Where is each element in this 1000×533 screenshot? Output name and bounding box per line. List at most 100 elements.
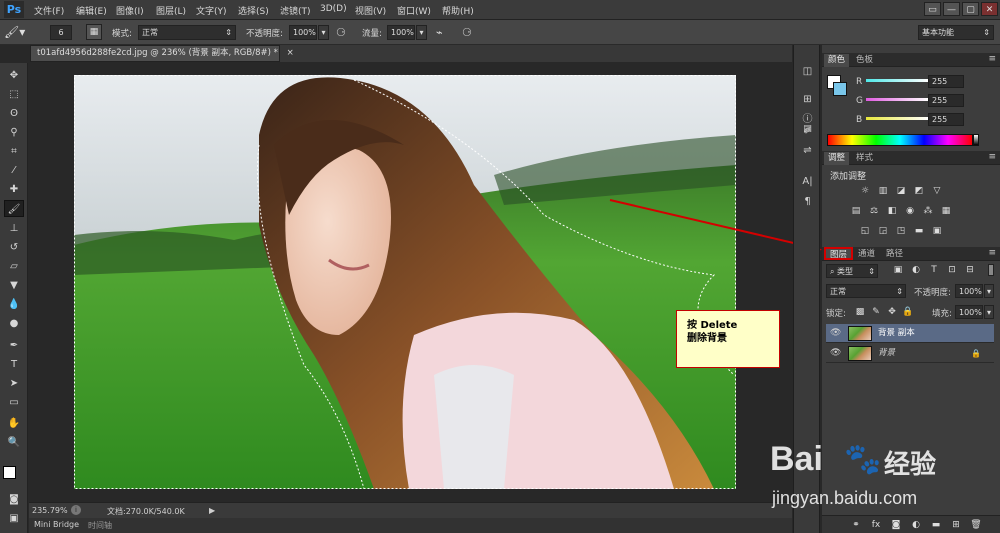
maximize-button[interactable]: ▢ [962, 2, 979, 16]
menu-3d[interactable]: 3D(D) [320, 4, 347, 14]
threshold-icon[interactable]: ◳ [895, 226, 907, 237]
lock-all-icon[interactable]: 🔒 [902, 307, 914, 318]
lock-pixels-icon[interactable]: ✎ [870, 307, 882, 318]
airbrush-icon[interactable]: ⌁ [436, 25, 452, 40]
new-group-icon[interactable]: ▬ [930, 520, 942, 531]
filter-shape-icon[interactable]: ⊡ [946, 265, 958, 276]
healing-brush-tool-icon[interactable]: ✚ [4, 181, 24, 198]
invert-icon[interactable]: ◱ [859, 226, 871, 237]
screen-mode-icon[interactable]: ▣ [4, 510, 24, 527]
layer-opacity-dropdown-icon[interactable]: ▾ [984, 284, 994, 298]
clone-stamp-tool-icon[interactable]: ⊥ [4, 220, 24, 237]
filter-type-icon[interactable]: T [928, 265, 940, 276]
brush-size-picker[interactable]: 6 [50, 25, 72, 40]
tab-channels[interactable]: 通道 [854, 248, 879, 261]
curves-icon[interactable]: ◪ [895, 186, 907, 197]
color-spectrum-ramp[interactable] [827, 134, 973, 146]
menu-help[interactable]: 帮助(H) [442, 4, 474, 17]
delete-layer-icon[interactable]: 🗑 [970, 520, 982, 531]
dodge-tool-icon[interactable]: ● [4, 315, 24, 332]
new-layer-icon[interactable]: ⊞ [950, 520, 962, 531]
levels-icon[interactable]: ▥ [877, 186, 889, 197]
menu-file[interactable]: 文件(F) [34, 4, 64, 17]
menu-select[interactable]: 选择(S) [238, 4, 269, 17]
history-brush-tool-icon[interactable]: ↺ [4, 239, 24, 256]
adjustments-panel-menu-icon[interactable]: ≡ [988, 152, 996, 162]
color-lookup-icon[interactable]: ▦ [940, 206, 952, 217]
photo-filter-icon[interactable]: ◉ [904, 206, 916, 217]
channel-g-slider[interactable] [866, 98, 928, 101]
layer-opacity-input[interactable]: 100% [955, 284, 983, 298]
brightness-contrast-icon[interactable]: ☼ [859, 186, 871, 197]
menu-type[interactable]: 文字(Y) [196, 4, 227, 17]
pressure-opacity-icon[interactable]: ⚆ [336, 25, 352, 40]
mode-select[interactable]: 正常 ⇕ [138, 25, 236, 40]
opacity-dropdown-icon[interactable]: ▾ [318, 25, 329, 40]
tab-paths[interactable]: 路径 [882, 248, 907, 261]
tab-adjustments[interactable]: 调整 [824, 152, 850, 165]
pen-tool-icon[interactable]: ✒ [4, 337, 24, 354]
actions-panel-icon[interactable]: ⊞ [798, 91, 817, 108]
blend-mode-select[interactable]: 正常 ⇕ [826, 284, 906, 298]
channel-r-slider[interactable] [866, 79, 928, 82]
color-panel-menu-icon[interactable]: ≡ [988, 54, 996, 64]
zoom-level[interactable]: 235.79% [32, 506, 68, 515]
zoom-tool-icon[interactable]: 🔍 [4, 434, 24, 451]
layer-filter-kind-select[interactable]: ⌕ 类型 ⇕ [826, 264, 878, 278]
menu-filter[interactable]: 滤镜(T) [280, 4, 311, 17]
eyedropper-tool-icon[interactable]: ⁄ [4, 162, 24, 179]
layer-row-background-copy[interactable]: 👁 背景 副本 [826, 324, 994, 343]
foreground-color-swatch[interactable] [3, 466, 16, 479]
marquee-tool-icon[interactable]: ⬚ [4, 86, 24, 103]
menu-view[interactable]: 视图(V) [355, 4, 386, 17]
lasso-tool-icon[interactable]: ʘ [4, 105, 24, 122]
flow-dropdown-icon[interactable]: ▾ [416, 25, 427, 40]
crop-tool-icon[interactable]: ⌗ [4, 143, 24, 160]
quick-select-tool-icon[interactable]: ⚲ [4, 124, 24, 141]
character-panel-icon[interactable]: A| [798, 173, 817, 190]
layer-row-background[interactable]: 👁 背景 🔒 [826, 344, 994, 363]
color-bg-swatch[interactable] [833, 82, 847, 96]
gradient-map-icon[interactable]: ▬ [913, 226, 925, 237]
channel-r-value[interactable]: 255 [928, 75, 964, 88]
filter-smart-object-icon[interactable]: ⊟ [964, 265, 976, 276]
arrange-docs-button[interactable]: ▭ [924, 2, 941, 16]
document-tab[interactable]: t01afd4956d288fe2cd.jpg @ 236% (背景 副本, R… [30, 45, 294, 62]
blur-tool-icon[interactable]: 💧 [4, 296, 24, 313]
paint-bucket-tool-icon[interactable]: ▼ [4, 277, 24, 294]
exposure-icon[interactable]: ◩ [913, 186, 925, 197]
filter-pixel-icon[interactable]: ▣ [892, 265, 904, 276]
menu-layer[interactable]: 图层(L) [156, 4, 186, 17]
link-layers-icon[interactable]: ⚭ [850, 520, 862, 531]
tab-mini-bridge[interactable]: Mini Bridge [34, 520, 79, 529]
tab-swatches[interactable]: 色板 [852, 54, 877, 67]
channel-b-value[interactable]: 255 [928, 113, 964, 126]
layers-panel-menu-icon[interactable]: ≡ [988, 248, 996, 258]
layer-visibility-eye-icon[interactable]: 👁 [830, 344, 841, 363]
eraser-tool-icon[interactable]: ▱ [4, 258, 24, 275]
black-white-icon[interactable]: ◧ [886, 206, 898, 217]
layer-name[interactable]: 背景 副本 [878, 324, 915, 343]
move-tool-icon[interactable]: ✥ [4, 67, 24, 84]
menu-image[interactable]: 图像(I) [116, 4, 144, 17]
brush-tool-icon[interactable]: 🖌 [4, 200, 24, 217]
fill-dropdown-icon[interactable]: ▾ [984, 305, 994, 319]
history-panel-icon[interactable]: ◫ [798, 63, 817, 80]
brush-presets-panel-icon[interactable]: ✐ [798, 123, 817, 140]
tab-timeline[interactable]: 时间轴 [88, 520, 112, 531]
opacity-input[interactable]: 100% [289, 25, 317, 40]
add-mask-icon[interactable]: ◙ [890, 520, 902, 531]
filter-toggle-switch[interactable] [988, 264, 994, 276]
hue-saturation-icon[interactable]: ▤ [850, 206, 862, 217]
hand-tool-icon[interactable]: ✋ [4, 415, 24, 432]
type-tool-icon[interactable]: T [4, 356, 24, 373]
channel-b-slider[interactable] [866, 117, 928, 120]
minimize-button[interactable]: — [943, 2, 960, 16]
brush-tool-preset-icon[interactable]: 🖌▾ [4, 24, 38, 41]
rectangle-tool-icon[interactable]: ▭ [4, 394, 24, 411]
layer-name[interactable]: 背景 [878, 344, 895, 363]
path-selection-tool-icon[interactable]: ➤ [4, 375, 24, 392]
close-window-button[interactable]: ✕ [981, 2, 998, 16]
brush-panel-toggle-icon[interactable]: ▦ [86, 24, 102, 40]
status-menu-arrow-icon[interactable]: ▶ [209, 506, 215, 515]
